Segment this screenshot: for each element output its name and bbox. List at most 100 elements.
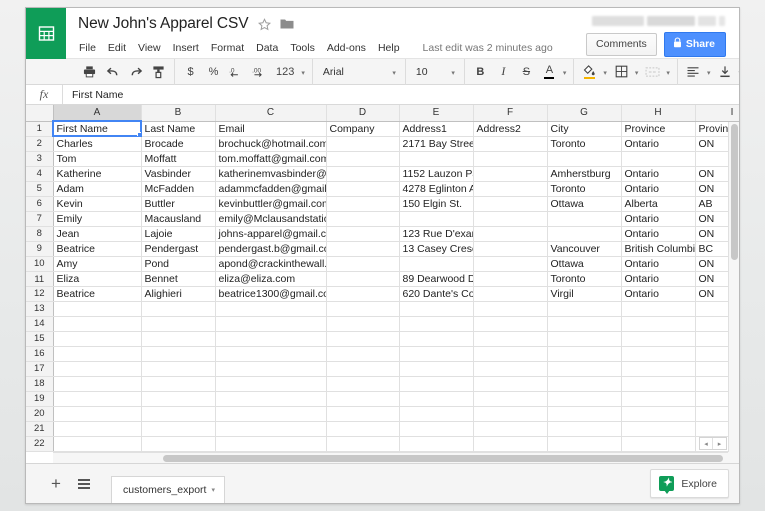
row-header-6[interactable]: 6 bbox=[26, 196, 54, 212]
last-edit-status[interactable]: Last edit was 2 minutes ago bbox=[423, 42, 553, 54]
cell-E5[interactable]: 4278 Eglinton Avenue bbox=[399, 181, 474, 197]
cell-E20[interactable] bbox=[399, 406, 474, 422]
cell-D14[interactable] bbox=[326, 316, 400, 332]
cell-F17[interactable] bbox=[473, 361, 548, 377]
cell-C4[interactable]: katherinemvasbinder@jourrapide.c bbox=[215, 166, 327, 182]
horizontal-scroll-thumb[interactable] bbox=[163, 455, 723, 462]
cell-B11[interactable]: Bennet bbox=[141, 271, 216, 287]
cell-D12[interactable] bbox=[326, 286, 400, 302]
cell-B15[interactable] bbox=[141, 331, 216, 347]
cell-H17[interactable] bbox=[621, 361, 696, 377]
row-header-3[interactable]: 3 bbox=[26, 151, 54, 167]
cell-H3[interactable] bbox=[621, 151, 696, 167]
cell-E17[interactable] bbox=[399, 361, 474, 377]
menu-item-help[interactable]: Help bbox=[378, 40, 407, 56]
row-header-11[interactable]: 11 bbox=[26, 271, 54, 287]
cell-D1[interactable]: Company bbox=[326, 121, 400, 137]
cell-D20[interactable] bbox=[326, 406, 400, 422]
cell-E14[interactable] bbox=[399, 316, 474, 332]
row-header-14[interactable]: 14 bbox=[26, 316, 54, 332]
cell-E2[interactable]: 2171 Bay Street bbox=[399, 136, 474, 152]
cell-E15[interactable] bbox=[399, 331, 474, 347]
menu-item-addons[interactable]: Add-ons bbox=[327, 40, 373, 56]
menu-item-format[interactable]: Format bbox=[211, 40, 251, 56]
cell-G16[interactable] bbox=[547, 346, 622, 362]
cell-H12[interactable]: Ontario bbox=[621, 286, 696, 302]
cell-H2[interactable]: Ontario bbox=[621, 136, 696, 152]
cell-A6[interactable]: Kevin bbox=[53, 196, 142, 212]
cell-H10[interactable]: Ontario bbox=[621, 256, 696, 272]
cell-H14[interactable] bbox=[621, 316, 696, 332]
cell-F4[interactable] bbox=[473, 166, 548, 182]
cell-A8[interactable]: Jean bbox=[53, 226, 142, 242]
cell-G11[interactable]: Toronto bbox=[547, 271, 622, 287]
cell-A17[interactable] bbox=[53, 361, 142, 377]
chevron-down-icon[interactable]: ▾ bbox=[301, 69, 305, 77]
cell-H16[interactable] bbox=[621, 346, 696, 362]
cell-G2[interactable]: Toronto bbox=[547, 136, 622, 152]
menu-item-data[interactable]: Data bbox=[256, 40, 285, 56]
cell-D7[interactable] bbox=[326, 211, 400, 227]
bold-button[interactable]: B bbox=[471, 62, 490, 82]
cell-F21[interactable] bbox=[473, 421, 548, 437]
cell-G22[interactable] bbox=[547, 436, 622, 452]
cell-D5[interactable] bbox=[326, 181, 400, 197]
cell-A12[interactable]: Beatrice bbox=[53, 286, 142, 302]
cell-D21[interactable] bbox=[326, 421, 400, 437]
cell-F16[interactable] bbox=[473, 346, 548, 362]
increase-decimal-icon[interactable]: .00 bbox=[250, 62, 269, 82]
cell-F9[interactable] bbox=[473, 241, 548, 257]
row-header-7[interactable]: 7 bbox=[26, 211, 54, 227]
cell-C18[interactable] bbox=[215, 376, 327, 392]
row-header-12[interactable]: 12 bbox=[26, 286, 54, 302]
sheets-grid-icon[interactable] bbox=[26, 8, 66, 59]
cell-D6[interactable] bbox=[326, 196, 400, 212]
column-header-f[interactable]: F bbox=[473, 105, 548, 122]
cell-F7[interactable] bbox=[473, 211, 548, 227]
cell-F12[interactable] bbox=[473, 286, 548, 302]
cell-C6[interactable]: kevinbuttler@gmail.com bbox=[215, 196, 327, 212]
cell-B16[interactable] bbox=[141, 346, 216, 362]
cell-B13[interactable] bbox=[141, 301, 216, 317]
cell-G14[interactable] bbox=[547, 316, 622, 332]
cell-C12[interactable]: beatrice1300@gmail.com bbox=[215, 286, 327, 302]
cell-C15[interactable] bbox=[215, 331, 327, 347]
cell-C5[interactable]: adammcfadden@gmail.com bbox=[215, 181, 327, 197]
cell-D18[interactable] bbox=[326, 376, 400, 392]
column-header-d[interactable]: D bbox=[326, 105, 400, 122]
row-header-15[interactable]: 15 bbox=[26, 331, 54, 347]
row-header-19[interactable]: 19 bbox=[26, 391, 54, 407]
column-header-g[interactable]: G bbox=[547, 105, 622, 122]
cell-E3[interactable] bbox=[399, 151, 474, 167]
cell-F11[interactable] bbox=[473, 271, 548, 287]
cell-A1[interactable]: First Name bbox=[52, 120, 142, 137]
cell-E9[interactable]: 13 Casey Crescent bbox=[399, 241, 474, 257]
row-header-10[interactable]: 10 bbox=[26, 256, 54, 272]
column-header-c[interactable]: C bbox=[215, 105, 327, 122]
sheet-tab-customers-export[interactable]: customers_export ▾ bbox=[111, 476, 225, 503]
cell-A2[interactable]: Charles bbox=[53, 136, 142, 152]
folder-icon[interactable] bbox=[280, 18, 294, 30]
cell-F8[interactable] bbox=[473, 226, 548, 242]
cell-A16[interactable] bbox=[53, 346, 142, 362]
cell-B5[interactable]: McFadden bbox=[141, 181, 216, 197]
cell-F14[interactable] bbox=[473, 316, 548, 332]
menu-item-insert[interactable]: Insert bbox=[173, 40, 206, 56]
cell-E4[interactable]: 1152 Lauzon Parkway bbox=[399, 166, 474, 182]
cell-A14[interactable] bbox=[53, 316, 142, 332]
cell-H18[interactable] bbox=[621, 376, 696, 392]
cell-E18[interactable] bbox=[399, 376, 474, 392]
chevron-down-icon[interactable]: ▾ bbox=[563, 69, 567, 77]
chevron-down-icon[interactable]: ▾ bbox=[603, 69, 607, 77]
cell-A13[interactable] bbox=[53, 301, 142, 317]
column-header-i[interactable]: I bbox=[695, 105, 739, 122]
cell-B4[interactable]: Vasbinder bbox=[141, 166, 216, 182]
cell-F22[interactable] bbox=[473, 436, 548, 452]
cell-G4[interactable]: Amherstburg bbox=[547, 166, 622, 182]
cell-F3[interactable] bbox=[473, 151, 548, 167]
row-header-20[interactable]: 20 bbox=[26, 406, 54, 422]
cell-D17[interactable] bbox=[326, 361, 400, 377]
column-header-a[interactable]: A bbox=[53, 105, 142, 122]
row-header-17[interactable]: 17 bbox=[26, 361, 54, 377]
cell-E1[interactable]: Address1 bbox=[399, 121, 474, 137]
